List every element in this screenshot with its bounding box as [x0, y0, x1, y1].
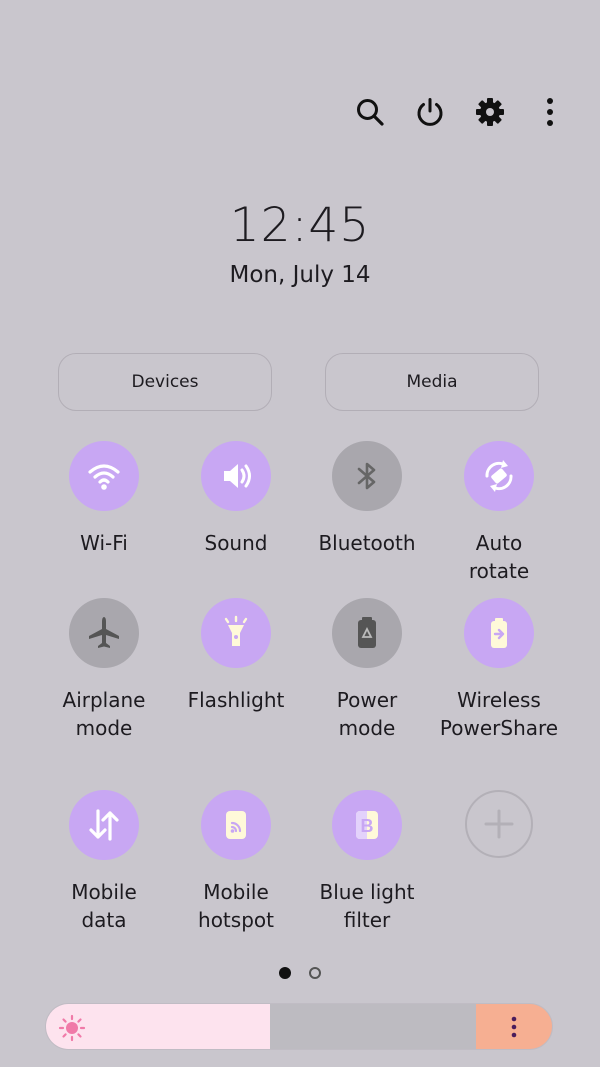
page-indicator	[0, 967, 600, 979]
tile-label: Flashlight	[187, 688, 285, 712]
tile-airplane-mode[interactable]: Airplane mode	[38, 598, 170, 742]
tile-label: Blue light filter	[319, 880, 415, 932]
hotspot-icon	[218, 807, 254, 843]
tile-button-bluetooth[interactable]	[332, 441, 402, 511]
clock-time: 12:45	[229, 198, 371, 253]
tile-button-mobile-hotspot[interactable]	[201, 790, 271, 860]
battery-recycle-icon	[349, 615, 385, 651]
tile-mobile-hotspot[interactable]: Mobile hotspot	[170, 790, 302, 934]
tile-flashlight[interactable]: Flashlight	[170, 598, 302, 714]
devices-button[interactable]: Devices	[58, 353, 272, 411]
tile-button-sound[interactable]	[201, 441, 271, 511]
power-icon[interactable]	[410, 92, 450, 132]
tile-power-mode[interactable]: Power mode	[301, 598, 433, 742]
tile-label: Mobile data	[71, 880, 137, 932]
blue-light-filter-icon: B	[349, 807, 385, 843]
tile-label: Sound	[204, 531, 268, 555]
gear-icon[interactable]	[470, 92, 510, 132]
brightness-slider[interactable]	[45, 1003, 553, 1050]
brightness-more-icon[interactable]	[476, 1004, 552, 1049]
page-dot-active[interactable]	[279, 967, 291, 979]
sun-icon	[58, 1014, 86, 1046]
tile-button-add[interactable]	[465, 790, 533, 858]
clock-date: Mon, July 14	[229, 262, 371, 288]
wifi-icon	[86, 458, 122, 494]
tile-add[interactable]	[433, 790, 565, 858]
search-icon[interactable]	[350, 92, 390, 132]
tile-label: Wi-Fi	[80, 531, 128, 555]
tile-bluetooth[interactable]: Bluetooth	[301, 441, 433, 557]
add-icon	[481, 806, 517, 842]
tile-wi-fi[interactable]: Wi-Fi	[38, 441, 170, 557]
sound-icon	[218, 458, 254, 494]
auto-rotate-icon	[479, 456, 519, 496]
tile-label: Bluetooth	[318, 531, 416, 555]
page-dot-inactive[interactable]	[309, 967, 321, 979]
tile-label: Airplane mode	[62, 688, 146, 740]
airplane-icon	[85, 614, 123, 652]
tile-auto-rotate[interactable]: Auto rotate	[433, 441, 565, 585]
media-button[interactable]: Media	[325, 353, 539, 411]
tile-button-wi-fi[interactable]	[69, 441, 139, 511]
tile-wireless-powershare[interactable]: Wireless PowerShare	[433, 598, 565, 742]
tile-label: Auto rotate	[468, 531, 530, 583]
tile-sound[interactable]: Sound	[170, 441, 302, 557]
tile-button-power-mode[interactable]	[332, 598, 402, 668]
tile-label: Power mode	[336, 688, 398, 740]
tile-button-blue-light-filter[interactable]: B	[332, 790, 402, 860]
tile-label: Mobile hotspot	[198, 880, 274, 932]
tile-button-auto-rotate[interactable]	[464, 441, 534, 511]
tile-button-flashlight[interactable]	[201, 598, 271, 668]
flashlight-icon	[218, 615, 254, 651]
wireless-powershare-icon	[481, 615, 517, 651]
more-vert-icon[interactable]	[530, 92, 570, 132]
tile-button-mobile-data[interactable]	[69, 790, 139, 860]
tile-mobile-data[interactable]: Mobile data	[38, 790, 170, 934]
tile-blue-light-filter[interactable]: B Blue light filter	[301, 790, 433, 934]
svg-text:B: B	[361, 816, 374, 836]
top-toolbar	[350, 92, 570, 132]
mobile-data-icon	[84, 805, 124, 845]
tile-button-wireless-powershare[interactable]	[464, 598, 534, 668]
bluetooth-icon	[349, 458, 385, 494]
tile-button-airplane-mode[interactable]	[69, 598, 139, 668]
tile-label: Wireless PowerShare	[439, 688, 559, 740]
